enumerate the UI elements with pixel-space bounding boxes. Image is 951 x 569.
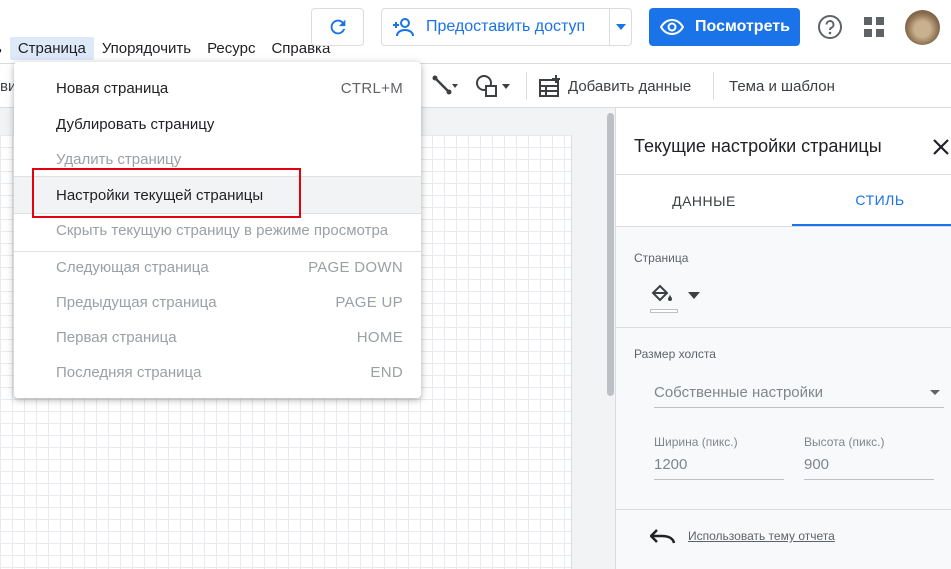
- menu-item-page[interactable]: Страница: [9, 36, 94, 60]
- shape-tool-button[interactable]: [474, 74, 512, 98]
- menu-item-first-page: Первая страница HOME: [56, 328, 403, 346]
- undo-icon: [650, 529, 676, 544]
- add-data-icon: [539, 75, 560, 97]
- panel-tabs: ДАННЫЕ СТИЛЬ: [616, 174, 951, 227]
- share-button[interactable]: Предоставить доступ: [381, 8, 632, 46]
- page-settings-panel: Текущие настройки страницы ДАННЫЕ СТИЛЬ …: [615, 108, 951, 569]
- share-options-button[interactable]: [609, 9, 631, 45]
- canvas-size-value: Собственные настройки: [654, 384, 823, 401]
- toolbar-divider: [526, 72, 527, 100]
- fill-color-swatch: [650, 309, 678, 313]
- view-button[interactable]: Посмотреть: [649, 8, 800, 46]
- width-label: Ширина (пикс.): [654, 435, 738, 449]
- page-menu-dropdown: Новая страница CTRL+M Дублировать страни…: [14, 62, 421, 398]
- toolbar-divider: [713, 72, 714, 100]
- refresh-icon: [330, 19, 345, 35]
- tab-style[interactable]: СТИЛЬ: [792, 175, 951, 226]
- theme-button[interactable]: Тема и шаблон: [729, 78, 835, 95]
- dropdown-arrow-icon: [930, 390, 940, 395]
- help-icon[interactable]: [817, 14, 843, 40]
- paint-bucket-icon: [651, 284, 672, 302]
- shape-icon: [476, 75, 510, 97]
- canvas-size-label: Размер холста: [634, 347, 716, 361]
- canvas-size-select[interactable]: Собственные настройки: [654, 378, 944, 408]
- line-tool-button[interactable]: [432, 74, 458, 98]
- page-section-label: Страница: [634, 251, 689, 265]
- use-theme-row: Использовать тему отчета: [650, 528, 835, 544]
- caret-down-icon: [615, 24, 626, 30]
- background-fill-button[interactable]: [650, 284, 700, 306]
- height-label: Высота (пикс.): [804, 435, 885, 449]
- eye-icon: [649, 19, 695, 35]
- menu-item-duplicate-page[interactable]: Дублировать страницу: [14, 106, 421, 142]
- panel-title: Текущие настройки страницы: [634, 136, 882, 156]
- add-data-button[interactable]: Добавить данные: [538, 74, 691, 98]
- menu-item-previous-page: Предыдущая страница PAGE UP: [56, 293, 403, 311]
- add-person-icon: [382, 17, 426, 37]
- view-label: Посмотреть: [695, 18, 790, 35]
- width-field[interactable]: 1200: [654, 454, 784, 480]
- use-report-theme-link[interactable]: Использовать тему отчета: [688, 529, 835, 543]
- top-bar: ь Страница Упорядочить Ресурс Справка Пр…: [0, 0, 951, 63]
- menu-item-arrange[interactable]: Упорядочить: [94, 37, 199, 60]
- section-divider: [616, 509, 951, 510]
- refresh-button[interactable]: [311, 8, 364, 46]
- line-icon: [432, 75, 458, 95]
- highlight-annotation: [32, 168, 301, 218]
- add-data-label: Добавить данные: [568, 77, 692, 95]
- menu-item-last-page: Последняя страница END: [56, 363, 403, 381]
- menu-item-resource[interactable]: Ресурс: [199, 37, 263, 60]
- tab-data[interactable]: ДАННЫЕ: [616, 175, 792, 227]
- menu-item-edit[interactable]: ь: [0, 37, 10, 60]
- scrollbar-thumb[interactable]: [607, 113, 614, 396]
- avatar[interactable]: [905, 10, 940, 45]
- close-icon[interactable]: [930, 136, 951, 158]
- height-field[interactable]: 900: [804, 454, 934, 480]
- section-divider: [616, 327, 951, 328]
- share-label: Предоставить доступ: [426, 18, 586, 35]
- menu-item-next-page: Следующая страница PAGE DOWN: [56, 258, 403, 276]
- apps-icon[interactable]: [864, 17, 884, 37]
- menu-item-new-page[interactable]: Новая страница CTRL+M: [14, 70, 421, 106]
- menu-bar: ь Страница Упорядочить Ресурс Справка: [0, 34, 338, 62]
- caret-down-icon: [688, 292, 700, 299]
